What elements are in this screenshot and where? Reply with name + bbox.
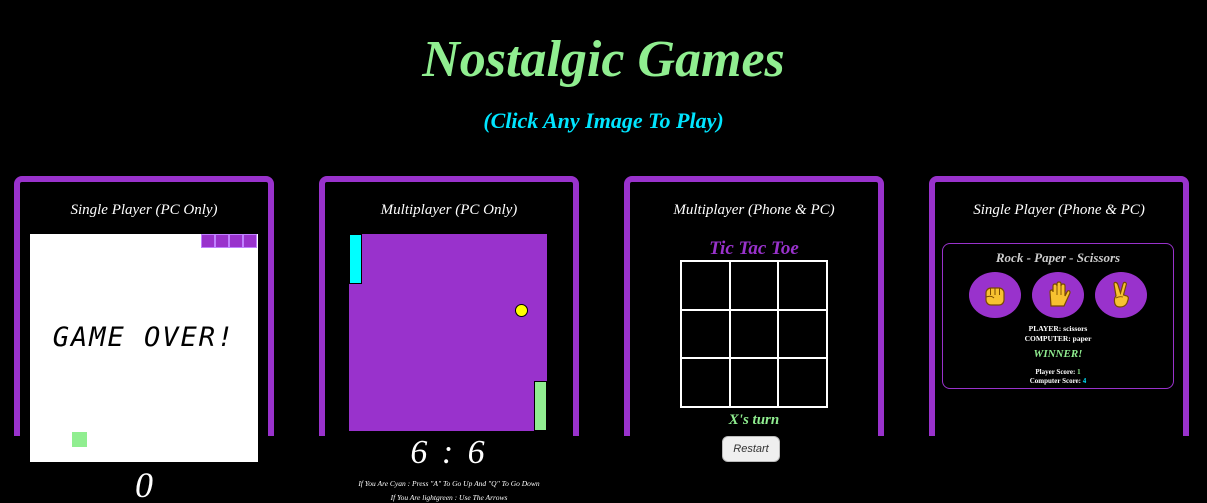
player-score: 1 (1077, 368, 1081, 376)
pong-game-card[interactable]: Multiplayer (PC Only) 6 : 6 If You Are C… (319, 176, 579, 502)
round-result: WINNER! (1033, 348, 1083, 360)
player-score-line: Player Score: 1 (943, 368, 1173, 376)
scissors-icon (1113, 281, 1129, 308)
restart-button[interactable]: Restart (722, 436, 780, 462)
pong-ball (515, 304, 528, 317)
ttt-cell[interactable] (681, 358, 730, 407)
computer-choice: COMPUTER: paper (1024, 334, 1092, 343)
ttt-cell[interactable] (729, 309, 779, 359)
player-choice: PLAYER: scissors (1028, 324, 1088, 333)
page-subtitle: (Click Any Image To Play) (483, 108, 724, 133)
rock-icon (985, 287, 1005, 306)
snake-food (72, 432, 87, 447)
ttt-cell[interactable] (729, 261, 779, 310)
page-title: Nostalgic Games (422, 31, 785, 88)
tictactoe-grid (680, 260, 828, 408)
computer-score-line: Computer Score: 4 (943, 377, 1173, 385)
rock-button[interactable] (969, 272, 1021, 318)
tictactoe-game-card[interactable]: Multiplayer (Phone & PC) Tic Tac Toe X's… (624, 176, 884, 462)
paper-button[interactable] (1032, 272, 1084, 318)
snake-segment (243, 234, 257, 248)
ttt-cell[interactable] (729, 358, 779, 407)
snake-score: 0 (135, 465, 153, 503)
ttt-cell[interactable] (778, 261, 827, 310)
snake-segment (229, 234, 243, 248)
card-label: Single Player (PC Only) (70, 202, 218, 218)
rps-title: Rock - Paper - Scissors (995, 250, 1121, 265)
ttt-cell[interactable] (681, 261, 730, 310)
tictactoe-title: Tic Tac Toe (709, 238, 799, 259)
card-label: Single Player (Phone & PC) (973, 202, 1145, 218)
rps-game-card[interactable]: Single Player (Phone & PC) Rock - Paper … (929, 176, 1189, 436)
snake-segment (201, 234, 215, 248)
ttt-cell[interactable] (778, 358, 827, 407)
ttt-cell[interactable] (681, 309, 730, 359)
snake-segment (215, 234, 229, 248)
game-over-text: GAME OVER! (52, 322, 236, 353)
card-label: Multiplayer (Phone & PC) (673, 202, 835, 218)
scissors-button[interactable] (1095, 272, 1147, 318)
pong-score: 6 : 6 (410, 434, 488, 471)
cyan-paddle (349, 234, 362, 284)
rps-panel: Rock - Paper - Scissors PLAYER: scissors… (942, 243, 1174, 389)
ttt-cell[interactable] (778, 309, 827, 359)
pong-board[interactable] (349, 234, 547, 431)
card-label: Multiplayer (PC Only) (380, 202, 518, 218)
pong-help-green: If You Are lightgreen : Use The Arrows (390, 493, 508, 502)
snake-board[interactable]: GAME OVER! (30, 234, 258, 462)
snake-game-card[interactable]: Single Player (PC Only) GAME OVER! 0 (14, 176, 274, 503)
paper-icon (1049, 281, 1071, 307)
pong-help-cyan: If You Are Cyan : Press "A" To Go Up And… (358, 479, 540, 488)
player-score-label: Player Score: (1035, 368, 1078, 376)
computer-score-label: Computer Score: (1029, 377, 1083, 385)
computer-score: 4 (1082, 377, 1087, 385)
green-paddle (534, 381, 547, 431)
turn-status: X's turn (728, 412, 780, 428)
